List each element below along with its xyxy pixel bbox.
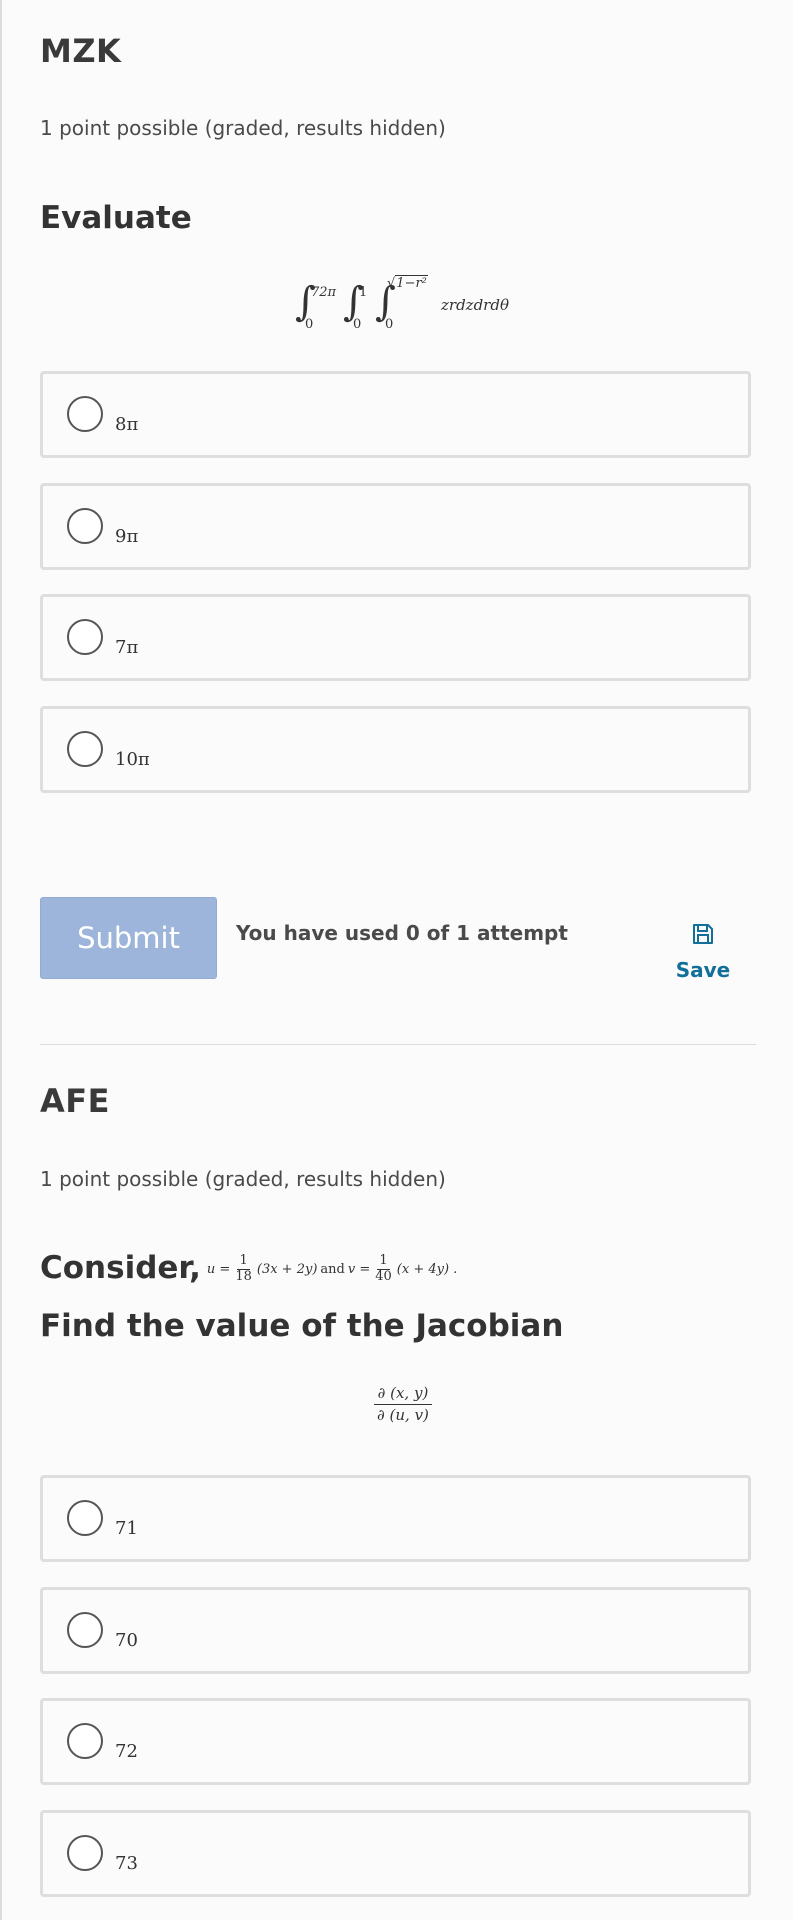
radio-button[interactable] xyxy=(67,1500,103,1536)
u-lhs: u = xyxy=(206,1262,231,1277)
problem-prompt-line2: Find the value of the Jacobian xyxy=(40,1308,564,1344)
radio-button[interactable] xyxy=(67,396,103,432)
choice-label: 70 xyxy=(115,1630,138,1651)
inner-lower-limit: 0 xyxy=(385,317,394,332)
radio-button[interactable] xyxy=(67,1612,103,1648)
problem-title: MZK xyxy=(40,32,122,70)
section-divider xyxy=(40,1044,756,1045)
variable-definition-formula: u = 1 18 (3x + 2y) and v = 1 40 (x + 4y) . xyxy=(206,1253,458,1285)
choice-label: 7π xyxy=(115,637,139,658)
triple-integral-formula: ∫ 72π 0 ∫ 1 0 ∫ √1−r² 0 zrdzdrdθ xyxy=(295,275,515,336)
radio-button[interactable] xyxy=(67,731,103,767)
v-lhs: v = xyxy=(347,1262,371,1277)
outer-upper-limit: 72π xyxy=(311,285,337,300)
answer-choice[interactable]: 70 xyxy=(40,1587,751,1674)
answer-choice[interactable]: 71 xyxy=(40,1475,751,1562)
problem-prompt: Evaluate xyxy=(40,200,192,236)
middle-lower-limit: 0 xyxy=(353,317,362,332)
problem-points: 1 point possible (graded, results hidden… xyxy=(40,1167,446,1191)
choice-label: 73 xyxy=(115,1853,138,1874)
v-fraction: 1 40 xyxy=(375,1253,392,1284)
and-word: and xyxy=(320,1262,345,1277)
middle-upper-limit: 1 xyxy=(359,285,368,300)
jacobian-formula: ∂ (x, y) ∂ (u, v) xyxy=(373,1384,433,1425)
answer-choice[interactable]: 10π xyxy=(40,706,751,793)
floppy-disk-icon xyxy=(693,924,713,944)
choice-label: 72 xyxy=(115,1741,138,1762)
attempts-status: You have used 0 of 1 attempt xyxy=(236,921,568,945)
radio-button[interactable] xyxy=(67,619,103,655)
jacobian-numerator: ∂ (x, y) xyxy=(373,1384,433,1406)
u-expression: (3x + 2y) xyxy=(256,1262,318,1277)
answer-choice[interactable]: 73 xyxy=(40,1810,751,1897)
problem-points: 1 point possible (graded, results hidden… xyxy=(40,116,446,140)
choice-label: 9π xyxy=(115,526,139,547)
outer-lower-limit: 0 xyxy=(305,317,314,332)
save-button[interactable]: Save xyxy=(672,922,734,982)
radio-button[interactable] xyxy=(67,508,103,544)
answer-choice[interactable]: 72 xyxy=(40,1698,751,1785)
jacobian-denominator: ∂ (u, v) xyxy=(377,1406,429,1425)
u-fraction: 1 18 xyxy=(235,1253,252,1284)
inner-upper-limit: √1−r² xyxy=(387,275,428,291)
answer-choice[interactable]: 9π xyxy=(40,483,751,570)
radio-button[interactable] xyxy=(67,1835,103,1871)
save-label: Save xyxy=(675,958,731,982)
submit-button[interactable]: Submit xyxy=(40,897,217,979)
v-expression: (x + 4y) . xyxy=(396,1262,458,1277)
integrand: zrdzdrdθ xyxy=(441,296,509,314)
choice-label: 10π xyxy=(115,749,150,770)
radio-button[interactable] xyxy=(67,1723,103,1759)
problem-title: AFE xyxy=(40,1082,110,1120)
problem-prompt: Consider, u = 1 18 (3x + 2y) and v = 1 40 (x + 4y… xyxy=(40,1250,457,1286)
answer-choice[interactable]: 7π xyxy=(40,594,751,681)
answer-choice[interactable]: 8π xyxy=(40,371,751,458)
choice-label: 71 xyxy=(115,1518,138,1539)
prompt-prefix: Consider, xyxy=(40,1250,201,1286)
page-left-border xyxy=(0,0,2,1920)
choice-label: 8π xyxy=(115,414,139,435)
